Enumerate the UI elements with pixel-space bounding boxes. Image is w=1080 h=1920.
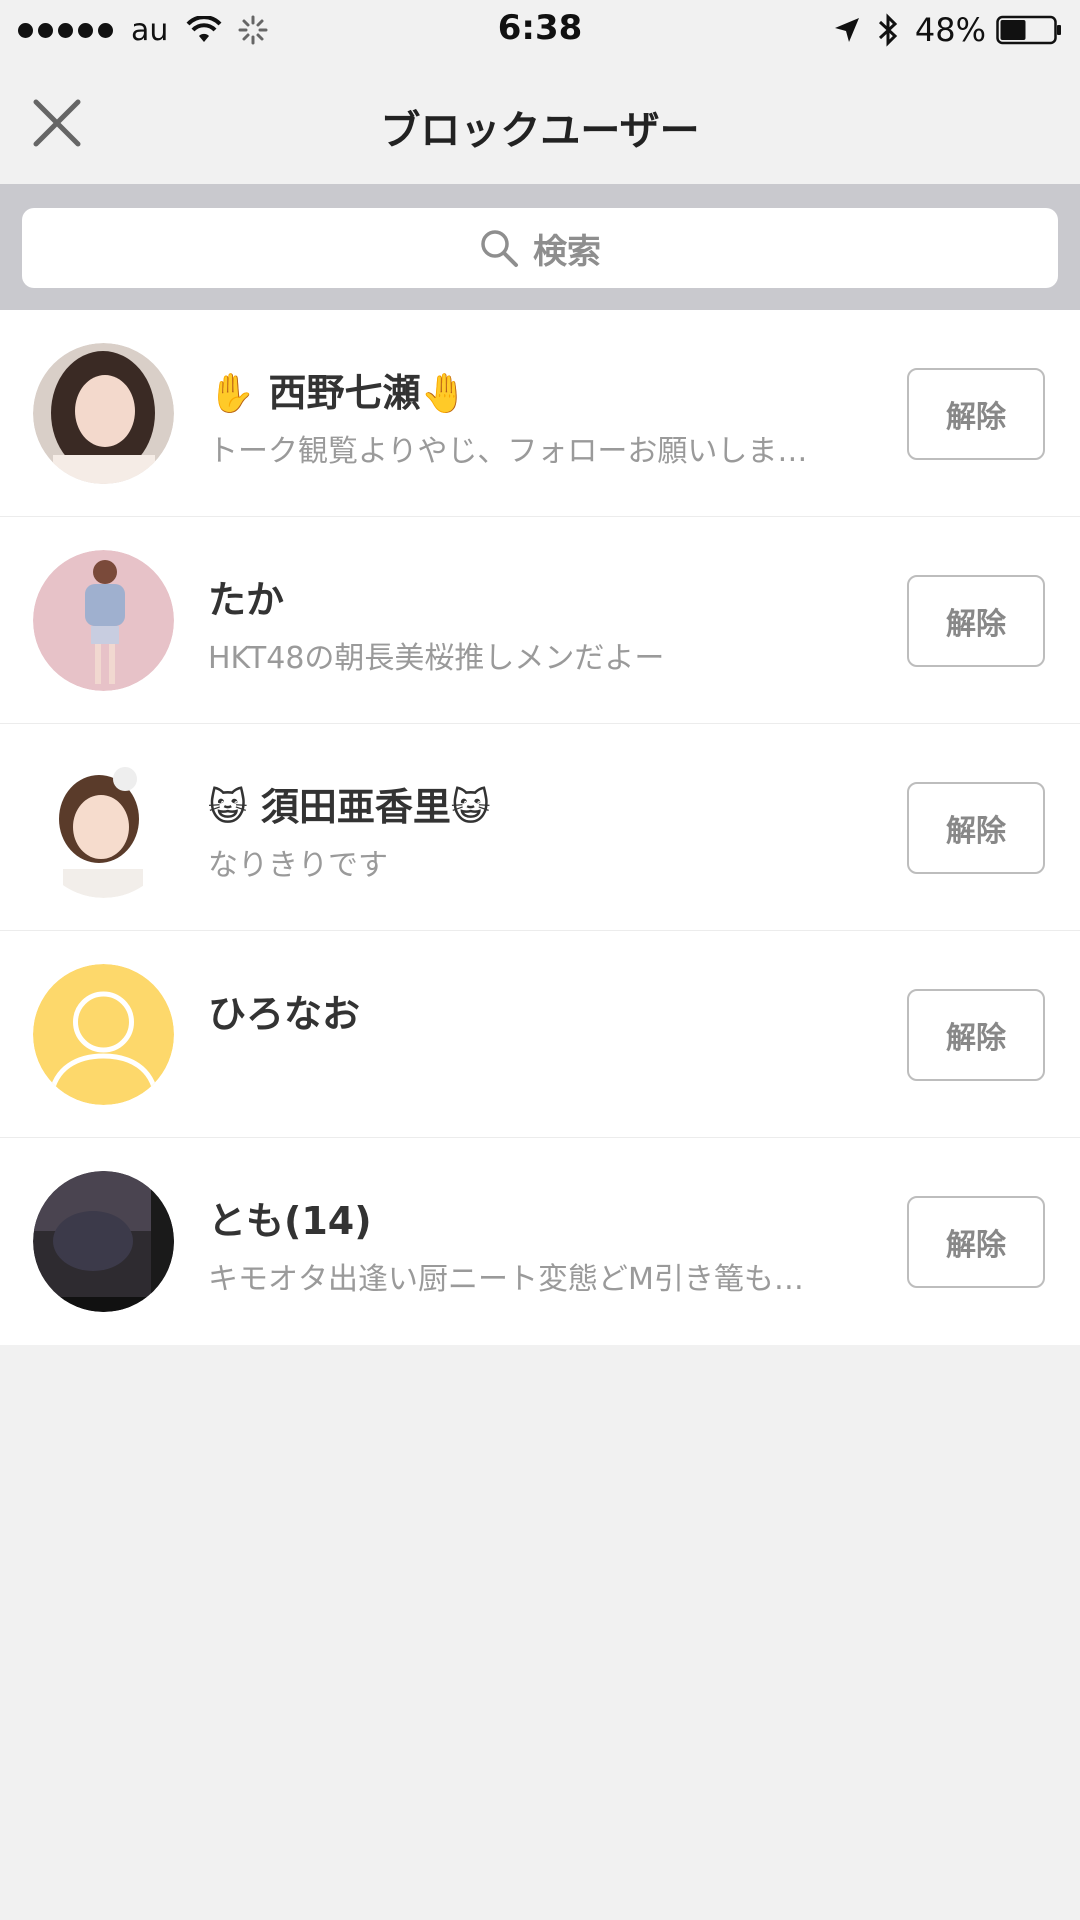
- default-user-icon[interactable]: [33, 964, 174, 1105]
- user-row[interactable]: 😺 須田亜香里😺 なりきりです 解除: [0, 724, 1080, 931]
- blocked-user-list: ✋ 西野七瀬🤚 トーク観覧よりやじ、フォローお願いしま… 解除 たか HKT48…: [0, 310, 1080, 1345]
- avatar[interactable]: [33, 757, 174, 898]
- user-bio: トーク観覧よりやじ、フォローお願いしま…: [208, 434, 808, 469]
- user-name: ひろなお: [208, 992, 361, 1036]
- status-bar: au 6:38 48%: [0, 0, 1080, 60]
- location-arrow-icon: [834, 18, 859, 42]
- user-name: とも(14): [208, 1199, 372, 1243]
- status-right: 48%: [833, 10, 1062, 50]
- nav-bar: ブロックユーザー: [0, 60, 1080, 184]
- user-row[interactable]: ✋ 西野七瀬🤚 トーク観覧よりやじ、フォローお願いしま… 解除: [0, 310, 1080, 517]
- avatar[interactable]: [33, 343, 174, 484]
- avatar[interactable]: [33, 550, 174, 691]
- avatar[interactable]: [33, 1171, 174, 1312]
- battery-icon: [996, 15, 1061, 45]
- user-bio: キモオタ出逢い厨ニート変態どM引き篭も…: [208, 1262, 804, 1297]
- user-name: たか: [208, 578, 285, 622]
- page-title: ブロックユーザー: [380, 108, 700, 154]
- user-name: 😺 須田亜香里😺: [208, 785, 491, 829]
- unblock-button[interactable]: 解除: [907, 368, 1045, 460]
- search-placeholder: 検索: [533, 231, 601, 272]
- user-row[interactable]: とも(14) キモオタ出逢い厨ニート変態どM引き篭も… 解除: [0, 1138, 1080, 1345]
- unblock-button[interactable]: 解除: [907, 575, 1045, 667]
- search-bar-area: 検索: [0, 184, 1080, 310]
- user-row[interactable]: たか HKT48の朝長美桜推しメンだよー 解除: [0, 517, 1080, 724]
- battery-percent: 48%: [914, 11, 986, 49]
- user-name: ✋ 西野七瀬🤚: [208, 371, 468, 415]
- bluetooth-icon: [878, 13, 898, 47]
- search-icon: [481, 230, 518, 267]
- user-bio: なりきりです: [208, 848, 388, 883]
- unblock-button[interactable]: 解除: [907, 782, 1045, 874]
- search-input[interactable]: 検索: [22, 208, 1058, 288]
- user-row[interactable]: ひろなお 解除: [0, 931, 1080, 1138]
- unblock-button[interactable]: 解除: [907, 1196, 1045, 1288]
- user-bio: HKT48の朝長美桜推しメンだよー: [208, 641, 665, 676]
- unblock-button[interactable]: 解除: [907, 989, 1045, 1081]
